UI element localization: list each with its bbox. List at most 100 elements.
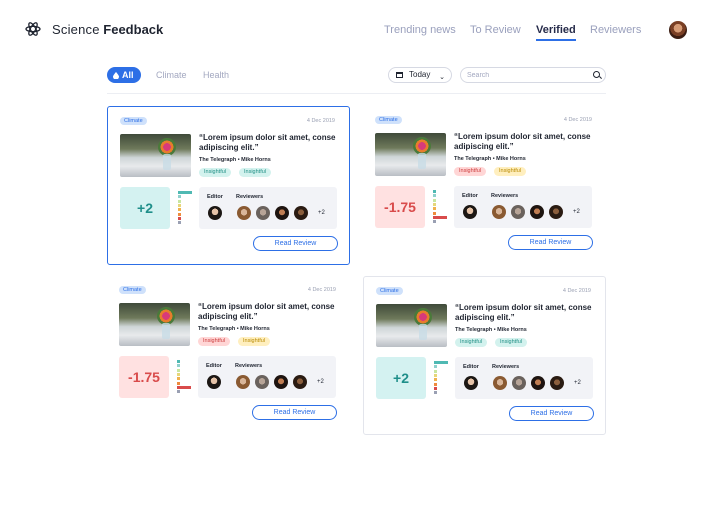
reviewers-panel: Editor Reviewers +2: [455, 357, 593, 399]
reviewer-avatar[interactable]: [550, 376, 564, 390]
article-thumbnail[interactable]: [120, 134, 191, 177]
meter-segment: [178, 203, 181, 207]
nav-verified[interactable]: Verified: [536, 24, 576, 41]
meter-segment: [178, 199, 181, 203]
insight-chip: Insightful: [494, 167, 527, 176]
reviewer-avatar[interactable]: [549, 205, 563, 219]
reviewer-avatar[interactable]: [293, 375, 307, 389]
reviewer-avatar[interactable]: [493, 376, 507, 390]
filter-health[interactable]: Health: [203, 70, 229, 80]
reviewer-avatar[interactable]: [511, 205, 525, 219]
more-reviewers-count[interactable]: +2: [573, 209, 580, 215]
card-date: 4 Dec 2019: [563, 117, 592, 123]
reviewer-avatar[interactable]: [256, 206, 270, 220]
meter-segment: [177, 368, 180, 372]
user-avatar[interactable]: [669, 21, 687, 39]
more-reviewers-count[interactable]: +2: [318, 210, 325, 216]
science-feedback-logo-icon[interactable]: [25, 21, 41, 37]
more-reviewers-count[interactable]: +2: [317, 379, 324, 385]
credibility-score: -1.75: [375, 186, 425, 228]
meter-segment: [434, 378, 437, 382]
article-source: The Telegraph • Mike Horns: [454, 156, 526, 162]
reviewer-avatar[interactable]: [275, 206, 289, 220]
nav-trending-news[interactable]: Trending news: [384, 24, 456, 36]
read-review-button[interactable]: Read Review: [508, 235, 593, 250]
date-dropdown[interactable]: Today ⌄: [388, 67, 452, 83]
search-icon[interactable]: [593, 71, 600, 78]
article-headline[interactable]: “Lorem ipsum dolor sit amet, conse adipi…: [199, 133, 344, 153]
article-source: The Telegraph • Mike Horns: [455, 327, 527, 333]
category-tag[interactable]: Climate: [119, 286, 146, 294]
top-bar: Science Feedback Trending news To Review…: [0, 0, 714, 62]
meter-segment: [178, 221, 181, 225]
meter-segment: [177, 377, 180, 381]
reviewers-label: Reviewers: [235, 363, 263, 369]
reviewer-avatar[interactable]: [294, 206, 308, 220]
card-date: 4 Dec 2019: [562, 288, 591, 294]
article-source: The Telegraph • Mike Horns: [199, 157, 271, 163]
editor-avatar[interactable]: [463, 205, 477, 219]
meter-segment: [177, 385, 191, 389]
insight-chip: Insightful: [495, 338, 528, 347]
filter-all-label: All: [122, 70, 134, 80]
brand-name-bold: Feedback: [103, 22, 164, 37]
meter-segment: [434, 369, 437, 373]
insight-chip: Insightful: [238, 337, 271, 346]
category-tag[interactable]: Climate: [120, 117, 147, 125]
article-thumbnail[interactable]: [119, 303, 190, 346]
review-card[interactable]: Climate 4 Dec 2019 “Lorem ipsum dolor si…: [363, 276, 606, 435]
read-review-button[interactable]: Read Review: [253, 236, 338, 251]
reviewers-label: Reviewers: [491, 193, 519, 199]
article-headline[interactable]: “Lorem ipsum dolor sit amet, conse adipi…: [454, 132, 599, 152]
meter-segment: [434, 391, 437, 395]
reviewer-avatar[interactable]: [237, 206, 251, 220]
meter-segment: [434, 365, 437, 369]
chevron-down-icon: ⌄: [439, 74, 445, 81]
nav-reviewers[interactable]: Reviewers: [590, 24, 641, 36]
editor-avatar[interactable]: [208, 206, 222, 220]
meter-segment: [434, 361, 448, 364]
reviewers-label: Reviewers: [492, 364, 520, 370]
category-tag[interactable]: Climate: [376, 287, 403, 295]
review-card[interactable]: Climate 4 Dec 2019 “Lorem ipsum dolor si…: [107, 106, 350, 265]
divider: [107, 93, 606, 94]
insight-chip: Insightful: [454, 167, 487, 176]
credibility-score: -1.75: [119, 356, 169, 398]
article-thumbnail[interactable]: [376, 304, 447, 347]
meter-segment: [177, 381, 180, 385]
editor-label: Editor: [462, 193, 478, 199]
credibility-score: +2: [120, 187, 170, 229]
search-input[interactable]: [460, 67, 606, 83]
meter-segment: [177, 360, 180, 363]
meter-segment: [178, 216, 181, 220]
review-card[interactable]: Climate 4 Dec 2019 “Lorem ipsum dolor si…: [363, 106, 606, 265]
reviewer-avatar[interactable]: [255, 375, 269, 389]
editor-avatar[interactable]: [207, 375, 221, 389]
article-headline[interactable]: “Lorem ipsum dolor sit amet, conse adipi…: [198, 302, 343, 322]
editor-avatar[interactable]: [464, 376, 478, 390]
read-review-button[interactable]: Read Review: [252, 405, 337, 420]
meter-segment: [178, 212, 181, 216]
review-card[interactable]: Climate 4 Dec 2019 “Lorem ipsum dolor si…: [107, 276, 350, 435]
calendar-icon: [396, 72, 403, 78]
reviewer-avatar[interactable]: [530, 205, 544, 219]
read-review-button[interactable]: Read Review: [509, 406, 594, 421]
more-reviewers-count[interactable]: +2: [574, 380, 581, 386]
meter-segment: [177, 390, 180, 394]
category-tag[interactable]: Climate: [375, 116, 402, 124]
filter-climate[interactable]: Climate: [156, 70, 187, 80]
article-headline[interactable]: “Lorem ipsum dolor sit amet, conse adipi…: [455, 303, 600, 323]
insight-chip: Insightful: [199, 168, 232, 177]
reviewer-avatar[interactable]: [512, 376, 526, 390]
reviewer-avatar[interactable]: [531, 376, 545, 390]
insight-chip: Insightful: [198, 337, 231, 346]
reviewer-avatar[interactable]: [274, 375, 288, 389]
reviewer-avatar[interactable]: [492, 205, 506, 219]
brand-name[interactable]: Science Feedback: [52, 22, 163, 37]
meter-segment: [178, 208, 181, 212]
filter-all-button[interactable]: All: [107, 67, 141, 83]
editor-label: Editor: [207, 194, 223, 200]
reviewer-avatar[interactable]: [236, 375, 250, 389]
article-thumbnail[interactable]: [375, 133, 446, 176]
nav-to-review[interactable]: To Review: [470, 24, 521, 36]
